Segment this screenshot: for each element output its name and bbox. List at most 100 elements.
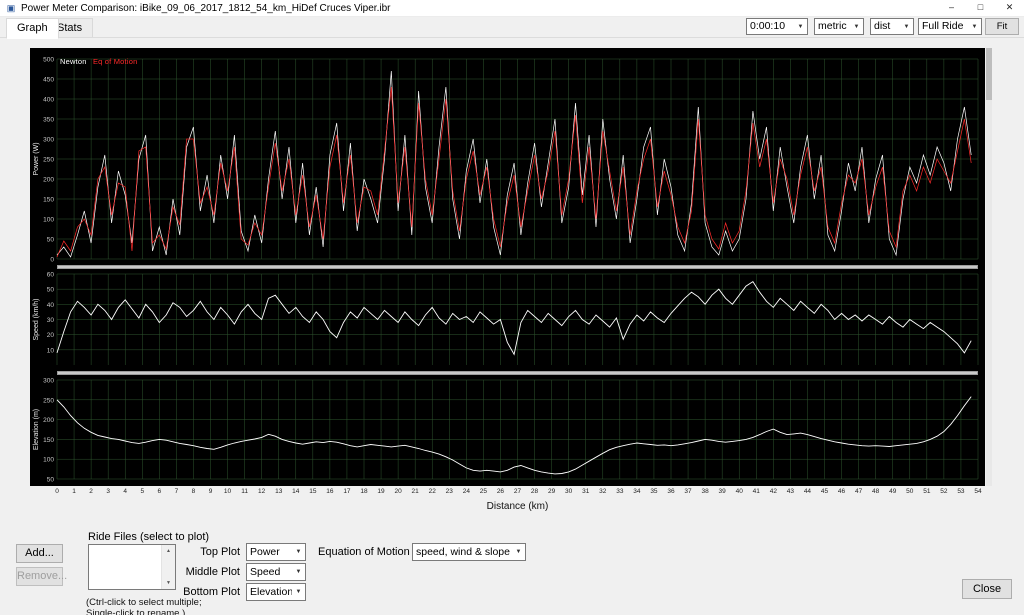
chevron-down-icon: ▼ — [853, 23, 860, 30]
x-tick-label: 11 — [241, 488, 248, 495]
close-button[interactable]: Close — [962, 579, 1012, 599]
units-combo[interactable]: metric ▼ — [814, 18, 864, 35]
range-value: Full Ride — [922, 20, 964, 32]
bottom-plot-combo[interactable]: Elevation ▼ — [246, 583, 306, 601]
top-plot-combo[interactable]: Power ▼ — [246, 543, 306, 561]
elevation-chart[interactable]: 300 250 200 150 100 50 Elevation (m) — [30, 377, 985, 483]
x-tick-label: 44 — [803, 488, 812, 495]
minimize-icon[interactable]: – — [937, 0, 966, 16]
maximize-icon[interactable]: □ — [966, 0, 995, 16]
middle-plot-value: Speed — [250, 565, 281, 578]
speed-hscrollbar[interactable] — [57, 371, 978, 375]
fit-plots-button[interactable]: Fit Plots — [985, 18, 1019, 47]
y-tick-label: 300 — [43, 378, 54, 385]
chevron-down-icon: ▼ — [797, 23, 804, 30]
x-tick-label: 34 — [633, 488, 641, 495]
chevron-down-icon: ▼ — [903, 23, 910, 30]
y-axis-title: Speed (km/h) — [33, 298, 40, 340]
x-tick-label: 46 — [837, 488, 846, 495]
top-plot-label: Top Plot — [200, 546, 240, 558]
chevron-down-icon: ▼ — [295, 589, 302, 595]
x-tick-label: 51 — [923, 488, 931, 495]
x-tick-label: 49 — [889, 488, 897, 495]
x-tick-label: 53 — [957, 488, 965, 495]
scrollbar-thumb[interactable] — [986, 48, 992, 100]
x-tick-label: 28 — [530, 488, 539, 495]
x-tick-label: 15 — [309, 488, 317, 495]
power-chart[interactable]: 500450400350300250200150100500Power (W) — [30, 56, 985, 263]
equation-of-motion-combo[interactable]: speed, wind & slope ▼ — [412, 543, 526, 561]
add-button[interactable]: Add... — [16, 544, 63, 563]
x-tick-label: 50 — [906, 488, 914, 495]
y-tick-label: 450 — [43, 77, 54, 84]
x-tick-label: 21 — [411, 488, 419, 495]
x-tick-label: 38 — [701, 488, 709, 495]
x-tick-label: 0 — [55, 488, 59, 495]
x-tick-label: 19 — [377, 488, 385, 495]
remove-button[interactable]: Remove... — [16, 567, 67, 586]
x-mode-combo[interactable]: dist ▼ — [870, 18, 914, 35]
app-window: ▣ Power Meter Comparison: iBike_09_06_20… — [0, 0, 1024, 615]
y-tick-label: 20 — [47, 332, 55, 339]
x-tick-label: 52 — [940, 488, 948, 495]
x-tick-label: 30 — [565, 488, 573, 495]
middle-plot-label: Middle Plot — [185, 566, 240, 578]
middle-plot-combo[interactable]: Speed ▼ — [246, 563, 306, 581]
tab-graph[interactable]: Graph — [6, 18, 59, 39]
units-value: metric — [818, 20, 847, 32]
x-tick-label: 37 — [684, 488, 692, 495]
x-tick-label: 23 — [445, 488, 453, 495]
y-tick-label: 150 — [43, 437, 54, 444]
y-tick-label: 10 — [47, 347, 55, 354]
window-title: Power Meter Comparison: iBike_09_06_2017… — [21, 2, 391, 14]
chevron-down-icon: ▼ — [971, 23, 978, 30]
y-axis-title: Power (W) — [33, 142, 40, 175]
time-interval-combo[interactable]: 0:00:10 ▼ — [746, 18, 808, 35]
x-tick-label: 31 — [582, 488, 590, 495]
y-tick-label: 300 — [43, 137, 54, 144]
tab-strip: Graph Stats 0:00:10 ▼ metric ▼ dist ▼ Fu… — [0, 16, 1024, 47]
close-icon[interactable]: ✕ — [995, 0, 1024, 16]
y-tick-label: 50 — [47, 477, 55, 484]
x-tick-label: 12 — [258, 488, 266, 495]
plot-vscrollbar[interactable] — [986, 48, 992, 486]
hint-line-2: Single-click to rename.) — [86, 608, 186, 615]
x-tick-label: 25 — [479, 488, 487, 495]
x-tick-label: 6 — [157, 488, 162, 495]
legend-eq-of-motion: Eq of Motion — [92, 57, 138, 66]
x-tick-label: 7 — [174, 488, 179, 495]
x-tick-label: 39 — [718, 488, 726, 495]
x-tick-label: 17 — [343, 488, 351, 495]
x-tick-label: 9 — [208, 488, 213, 495]
y-tick-label: 60 — [47, 272, 55, 279]
x-tick-label: 24 — [462, 488, 470, 495]
x-axis-tick-row: 0 1 2 3 4 5 6 7 8 9 10 11 12 13 14 15 16 17 18 19 20 21 22 23 24… — [30, 488, 985, 498]
y-tick-label: 100 — [43, 217, 54, 224]
y-tick-label: 200 — [43, 417, 54, 424]
bottom-plot-value: Elevation — [250, 585, 292, 598]
y-tick-label: 50 — [47, 237, 55, 244]
x-tick-label: 4 — [123, 488, 128, 495]
trace-newton — [56, 396, 972, 475]
chevron-down-icon: ▼ — [295, 569, 302, 575]
x-tick-label: 27 — [513, 488, 522, 495]
y-tick-label: 50 — [47, 287, 55, 294]
y-tick-label: 40 — [47, 302, 55, 309]
x-tick-label: 36 — [667, 488, 675, 495]
y-tick-label: 350 — [43, 117, 54, 124]
x-tick-label: 32 — [599, 488, 607, 495]
x-tick-label: 3 — [106, 488, 110, 495]
speed-chart[interactable]: 60 50 40 30 20 10 Speed (km/h) — [30, 271, 985, 369]
power-hscrollbar[interactable] — [57, 265, 978, 269]
x-tick-label: 33 — [616, 488, 624, 495]
x-tick-label: 40 — [735, 488, 743, 495]
y-tick-label: 200 — [43, 177, 54, 184]
x-tick-label: 13 — [275, 488, 283, 495]
x-tick-label: 16 — [326, 488, 334, 495]
x-tick-label: 54 — [974, 488, 982, 495]
y-tick-label: 250 — [43, 157, 54, 164]
x-tick-label: 43 — [786, 488, 794, 495]
range-combo[interactable]: Full Ride ▼ — [918, 18, 982, 35]
top-plot-value: Power — [250, 545, 280, 558]
x-tick-label: 29 — [547, 488, 556, 495]
